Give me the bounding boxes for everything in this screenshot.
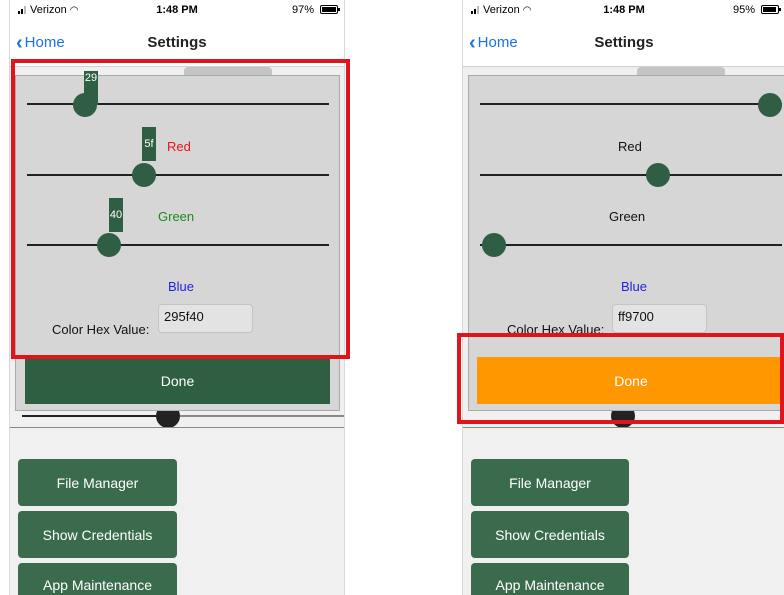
blue-label: Blue [168, 279, 195, 294]
divider [463, 427, 784, 428]
top-slider-track[interactable] [480, 103, 782, 105]
green-label: Green [158, 209, 195, 224]
divider [10, 427, 344, 428]
right-phone-screen: Verizon ◠ 1:48 PM 95% ‹ Home Settings File… [462, 0, 784, 595]
status-bar: Verizon ◠ 1:48 PM 95% [463, 0, 784, 20]
battery-icon [320, 5, 340, 14]
battery-percent: 97% [291, 4, 314, 16]
file-manager-button[interactable]: File Manager [471, 459, 629, 506]
green-label: Green [609, 209, 646, 224]
status-bar: Verizon ◠ 1:48 PM 97% [10, 0, 344, 20]
page-title: Settings [594, 34, 654, 51]
dialog-handle [184, 67, 272, 75]
green-slider-track[interactable] [27, 244, 329, 246]
blue-label: Blue [621, 279, 648, 294]
green-slider-track[interactable] [480, 244, 782, 246]
file-manager-button[interactable]: File Manager [18, 459, 177, 506]
nav-bar: ‹ Home Settings [10, 20, 344, 67]
top-slider-thumb[interactable] [73, 93, 97, 117]
app-maintenance-button[interactable]: App Maintenance [18, 563, 177, 595]
background-slider-track [22, 415, 164, 417]
show-credentials-button[interactable]: Show Credentials [18, 511, 177, 558]
green-slider-thumb[interactable] [482, 233, 506, 257]
color-hex-label: Color Hex Value: [507, 322, 605, 337]
done-button[interactable]: Done [477, 357, 784, 404]
color-hex-input[interactable]: ff9700 [612, 304, 707, 333]
top-slider-thumb[interactable] [758, 93, 782, 117]
battery-icon [761, 5, 781, 14]
red-label: Red [167, 139, 191, 154]
background-slider-track-remaining [180, 415, 344, 417]
red-label: Red [618, 139, 642, 154]
red-slider-value: 5f [142, 127, 156, 161]
show-credentials-button[interactable]: Show Credentials [471, 511, 629, 558]
red-slider-thumb[interactable] [646, 163, 670, 187]
color-hex-label: Color Hex Value: [52, 322, 150, 337]
green-slider-thumb[interactable] [97, 233, 121, 257]
red-slider-track[interactable] [480, 174, 782, 176]
dialog-handle [637, 67, 725, 75]
nav-bar: ‹ Home Settings [463, 20, 784, 67]
red-slider-thumb[interactable] [132, 163, 156, 187]
page-title: Settings [147, 34, 207, 51]
green-slider-value: 40 [109, 198, 123, 232]
battery-percent: 95% [732, 4, 755, 16]
red-slider-track[interactable] [27, 174, 329, 176]
app-maintenance-button[interactable]: App Maintenance [471, 563, 629, 595]
color-hex-input[interactable]: 295f40 [158, 304, 253, 333]
left-phone-screen: Verizon ◠ 1:48 PM 97% ‹ Home Settings File… [9, 0, 345, 595]
done-button[interactable]: Done [25, 357, 330, 404]
